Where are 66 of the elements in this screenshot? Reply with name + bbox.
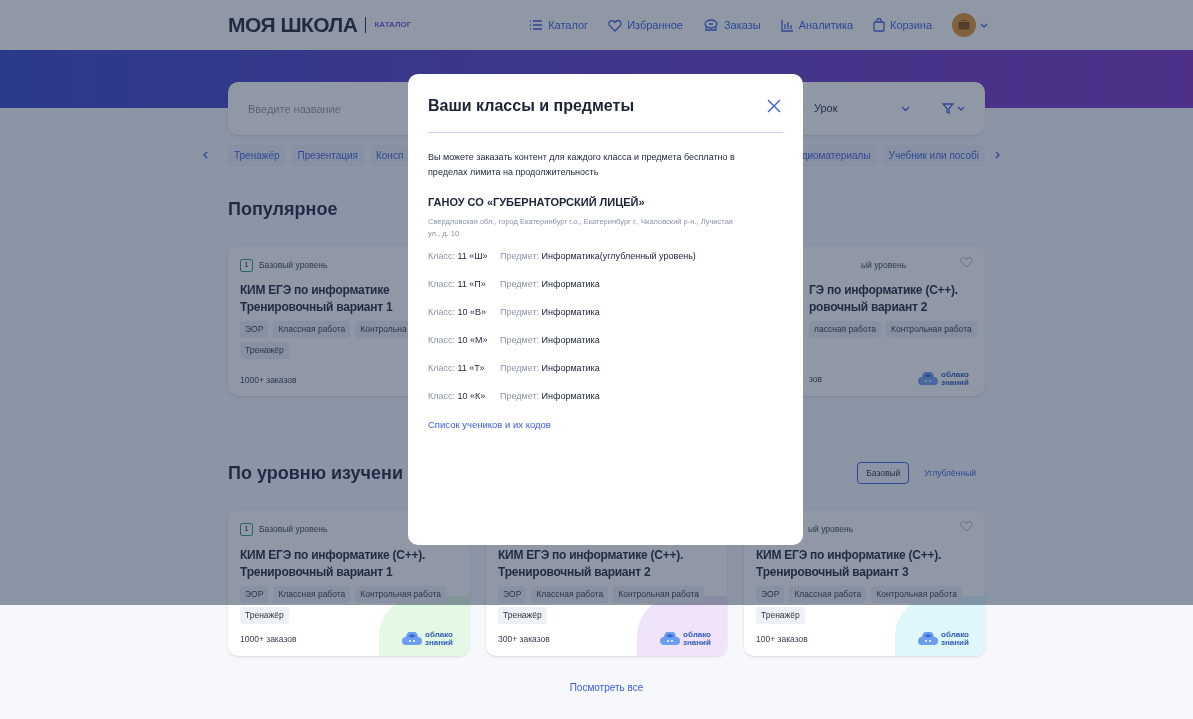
subject-label: Предмет:	[500, 334, 540, 345]
school-name: ГАНОУ СО «ГУБЕРНАТОРСКИЙ ЛИЦЕЙ»	[428, 195, 645, 210]
tag: ЭОР	[498, 586, 527, 603]
subject-value: Информатика	[541, 390, 600, 401]
tag: Классная работа	[273, 321, 351, 338]
card-title: КИМ ЕГЭ по информатике (С++).	[240, 547, 426, 564]
level-badge: 1	[240, 522, 253, 536]
tag: Классная работа	[789, 586, 867, 603]
subject-label: Предмет:	[500, 278, 540, 289]
orders-count: 1000+ заказов	[240, 632, 297, 646]
tag: ЭОР	[240, 321, 269, 338]
card-title: Тренировочный вариант 2	[498, 564, 651, 581]
tag: Контрольная работа	[871, 586, 962, 603]
subject-label: Предмет:	[500, 390, 540, 401]
brand-name: облако знаний	[425, 631, 454, 647]
subject-value: Информатика(углубленный уровень)	[541, 250, 696, 261]
subject-label: Предмет:	[500, 362, 540, 373]
class-label: Класс:	[428, 334, 455, 345]
card-title: ровочный вариант 2	[809, 299, 928, 316]
tag: Классная работа	[273, 586, 351, 603]
logo-subtitle: КАТАЛОГ	[374, 19, 412, 31]
card-title: КИМ ЕГЭ по информатике	[240, 282, 390, 299]
tag: Тренажёр	[498, 606, 547, 624]
subject-label: Предмет:	[500, 250, 540, 261]
tag: ЭОР	[240, 586, 269, 603]
subject-label: Предмет:	[500, 306, 540, 317]
class-label: Класс:	[428, 250, 455, 261]
orders-count: зов	[809, 372, 823, 386]
level-label: ый уровень	[808, 522, 854, 536]
tag: Тренажёр	[240, 606, 289, 624]
level-badge: 1	[240, 258, 253, 272]
brand-name: облако знаний	[683, 631, 712, 647]
section-title: По уровню изучени	[228, 461, 403, 485]
orders-count: 300+ заказов	[498, 632, 550, 646]
modal-title: Ваши классы и предметы	[428, 96, 635, 116]
tag: Контрольная работа	[885, 321, 977, 338]
class-label: Класс:	[428, 362, 455, 373]
card-title: КИМ ЕГЭ по информатике (С++).	[756, 547, 942, 564]
subject-value: Информатика	[541, 278, 600, 289]
orders-count: 100+ заказов	[756, 632, 808, 646]
modal-intro: Вы можете заказать контент для каждого класса и предмета бесплатно в пределах лимита на продолжительность	[428, 151, 736, 179]
card-title: Тренировочный вариант 1	[240, 564, 393, 581]
level-label: Базовый уровень	[259, 258, 328, 272]
tag: лассная работа	[809, 321, 881, 338]
tag: Контрольная работа	[355, 586, 446, 603]
tag: Контрольная работа	[613, 586, 704, 603]
level-label: Базовый уровень	[259, 522, 328, 536]
class-label: Класс:	[428, 306, 455, 317]
card-title: ГЭ по информатике (С++).	[809, 282, 958, 299]
tag: ЭОР	[756, 586, 785, 603]
tag: Классная работа	[531, 586, 609, 603]
card-title: Тренировочный вариант 3	[756, 564, 909, 581]
subject-value: Информатика	[541, 334, 600, 345]
logo: МОЯ ШКОЛА	[228, 12, 358, 39]
orders-count: 1000+ заказов	[240, 374, 297, 387]
tag: Тренажёр	[240, 341, 289, 359]
subject-value: Информатика	[541, 306, 600, 317]
brand-name: облако знаний	[941, 371, 970, 387]
brand-name: облако знаний	[941, 631, 970, 647]
class-label: Класс:	[428, 278, 455, 289]
card-title: КИМ ЕГЭ по информатике (С++).	[498, 547, 684, 564]
section-title: Популярное	[228, 197, 338, 221]
tag: Тренажёр	[756, 606, 805, 624]
level-label: ый уровень	[861, 258, 907, 272]
subject-value: Информатика	[541, 362, 600, 373]
card-title: Тренировочный вариант 1	[240, 299, 393, 316]
